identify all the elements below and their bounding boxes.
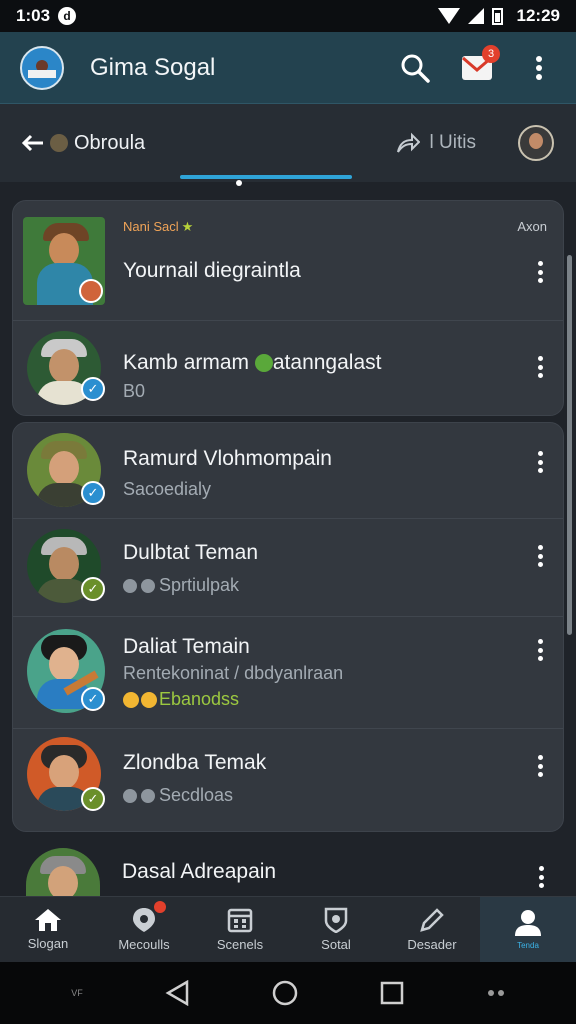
more-vert-icon[interactable] <box>538 866 544 888</box>
nav-item-scenes[interactable]: Scenels <box>192 897 288 962</box>
tab-indicator <box>180 175 352 179</box>
more-vert-icon[interactable] <box>537 451 543 473</box>
home-icon <box>35 909 61 931</box>
item-subtitle: Sacoedialy <box>123 479 212 499</box>
system-text: VF <box>71 988 83 998</box>
item-subtitle: Secdloas <box>123 785 233 806</box>
nav-badge <box>154 901 166 913</box>
scrollbar[interactable] <box>567 255 572 635</box>
list-item[interactable]: ✓ Kamb armam atanngalast B0 <box>13 321 563 415</box>
item-title: Daliat Temain <box>123 635 250 658</box>
verified-icon: ✓ <box>81 481 105 505</box>
more-vert-icon[interactable] <box>537 545 543 567</box>
emoji-icon <box>141 692 157 709</box>
share-icon[interactable] <box>396 132 420 154</box>
conversation-card-2: ✓ Ramurd Vlohmompain Sacoedialy ✓ Dulbta… <box>12 422 564 832</box>
list-item[interactable]: ✓ Zlondba Temak Secdloas <box>13 729 563 829</box>
item-subtitle: B0 <box>123 381 146 401</box>
search-button[interactable] <box>398 51 432 85</box>
item-title: Kamb armam atanngalast <box>123 351 382 374</box>
list-item[interactable]: Dasal Adreapain <box>12 840 564 896</box>
pin-icon <box>133 908 155 932</box>
status-icons: 12:29 <box>437 6 560 26</box>
nav-item-editor[interactable]: Desader <box>384 897 480 962</box>
signal-icon <box>467 8 484 24</box>
emoji-icon <box>123 692 139 709</box>
recents-icon[interactable] <box>380 981 404 1005</box>
search-icon <box>401 54 430 83</box>
overflow-menu-button[interactable] <box>522 51 556 85</box>
mail-button[interactable]: 3 <box>460 44 500 85</box>
shield-icon <box>123 789 137 804</box>
lock-icon <box>141 789 155 804</box>
nav-item-social[interactable]: Sotal <box>288 897 384 962</box>
lock-icon <box>141 579 155 594</box>
nav-item-home[interactable]: Slogan <box>0 897 96 962</box>
more-horiz-icon[interactable] <box>487 989 505 997</box>
bottom-navigation: Slogan Mecoulls Scenels Sotal Desader Te… <box>0 896 576 962</box>
item-subtitle: Rentekoninat / dbdyanlraan <box>123 663 344 683</box>
sub-header-title: Obroula <box>74 131 146 154</box>
calendar-icon <box>227 908 253 933</box>
list-item[interactable]: ✓ Ramurd Vlohmompain Sacoedialy <box>13 423 563 519</box>
nav-item-messages[interactable]: Mecoulls <box>96 897 192 962</box>
avatar <box>23 217 105 305</box>
shield-icon <box>123 579 137 594</box>
item-time: Axon <box>517 219 547 234</box>
person-icon <box>515 910 541 936</box>
more-vert-icon <box>536 55 542 80</box>
system-navigation-bar: VF <box>0 962 576 1024</box>
status-time-right: 12:29 <box>516 6 560 25</box>
battery-icon <box>491 7 503 25</box>
app-bar: Gima Sogal 3 <box>0 32 576 104</box>
list-item[interactable]: ✓ Daliat Temain Rentekoninat / dbdyanlra… <box>13 617 563 729</box>
back-icon[interactable] <box>165 980 189 1006</box>
conversation-avatar <box>50 134 68 152</box>
sub-header: Obroula l Uitis <box>0 104 576 182</box>
avatar <box>26 848 100 896</box>
verified-icon: ✓ <box>81 687 105 711</box>
verified-icon: ✓ <box>81 377 105 401</box>
status-bar: 1:03 d 12:29 <box>0 0 576 32</box>
leaf-icon <box>254 354 273 373</box>
pencil-icon <box>420 908 444 932</box>
share-label[interactable]: l Uitis <box>430 132 476 154</box>
back-arrow-icon[interactable] <box>22 134 44 152</box>
user-avatar[interactable] <box>518 125 554 161</box>
item-title: Yournail diegraintla <box>123 259 301 282</box>
conversation-card-1: Nani Sacl ★ Axon Yournail diegraintla ✓ K… <box>12 200 564 416</box>
item-title: Dulbtat Teman <box>123 541 259 564</box>
item-title: Zlondba Temak <box>123 751 267 774</box>
more-vert-icon[interactable] <box>537 639 543 661</box>
star-icon: ★ <box>181 219 194 234</box>
more-vert-icon[interactable] <box>537 261 543 283</box>
verified-icon: ✓ <box>81 787 105 811</box>
item-status: Ebanodss <box>123 689 239 710</box>
home-circle-icon[interactable] <box>272 980 298 1006</box>
verified-icon: ✓ <box>81 577 105 601</box>
notification-icon: d <box>58 7 77 25</box>
item-subtitle: Sprtiulpak <box>123 575 239 596</box>
item-tag: Nani Sacl ★ <box>123 219 194 234</box>
app-logo[interactable] <box>20 45 64 90</box>
app-title: Gima Sogal <box>90 53 216 81</box>
mail-badge: 3 <box>482 44 500 63</box>
list-item[interactable]: ✓ Dulbtat Teman Sprtiulpak <box>13 519 563 617</box>
item-title: Ramurd Vlohmompain <box>123 447 332 470</box>
wifi-icon <box>437 8 460 24</box>
badge-icon <box>324 907 348 933</box>
more-vert-icon[interactable] <box>537 755 543 777</box>
more-vert-icon[interactable] <box>537 356 543 378</box>
status-time: 1:03 <box>16 6 51 25</box>
tab-indicator-dot <box>236 180 242 186</box>
nav-item-profile[interactable]: Tenda <box>480 897 576 962</box>
list-item[interactable]: Nani Sacl ★ Axon Yournail diegraintla <box>13 201 563 321</box>
item-title: Dasal Adreapain <box>122 860 277 883</box>
